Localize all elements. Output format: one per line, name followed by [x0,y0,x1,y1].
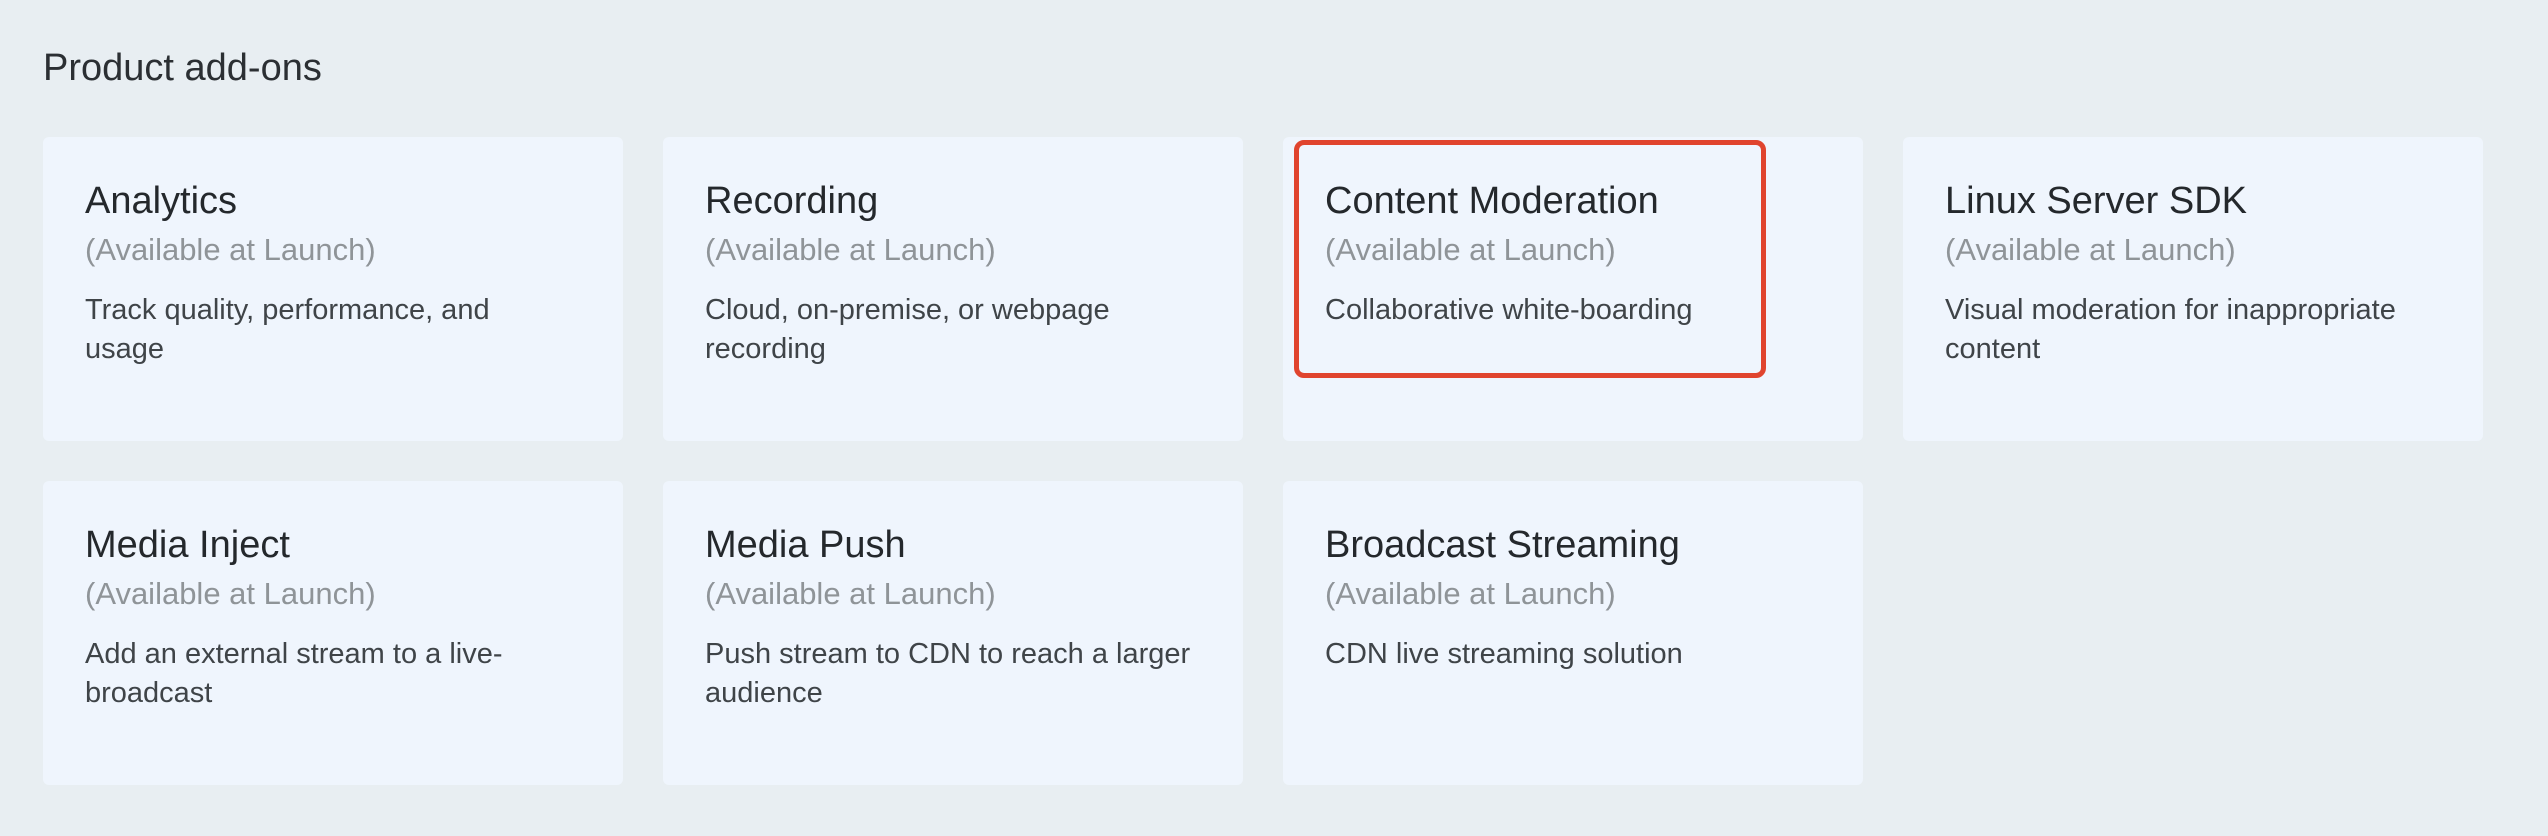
addon-description: Add an external stream to a live-broadca… [85,638,503,710]
addon-card-media-inject[interactable]: Media Inject (Available at Launch) Add a… [43,481,623,785]
addon-status: (Available at Launch) [705,231,996,267]
addon-description: Visual moderation for inappropriate cont… [1945,294,2396,366]
addon-title: Analytics [85,180,238,222]
addon-description: Track quality, performance, and usage [85,294,490,366]
addon-status: (Available at Launch) [1325,575,1616,611]
addon-card-media-push[interactable]: Media Push (Available at Launch) Push st… [663,481,1243,785]
addon-title: Media Push [705,524,906,566]
product-addons-page: Product add-ons Analytics (Available at … [0,0,2548,836]
section-title: Product add-ons [43,47,322,89]
addon-title: Linux Server SDK [1945,180,2248,222]
addon-status: (Available at Launch) [1325,231,1616,267]
addon-title: Recording [705,180,879,222]
addon-title: Broadcast Streaming [1325,524,1680,566]
addon-description: Collaborative white-boarding [1325,294,1693,327]
addon-status: (Available at Launch) [1945,231,2236,267]
addon-status: (Available at Launch) [85,575,376,611]
addon-card-broadcast-streaming[interactable]: Broadcast Streaming (Available at Launch… [1283,481,1863,785]
addon-status: (Available at Launch) [705,575,996,611]
addon-title: Media Inject [85,524,290,566]
addon-card-content-moderation[interactable]: Content Moderation (Available at Launch)… [1283,137,1863,441]
addon-card-linux-server-sdk[interactable]: Linux Server SDK (Available at Launch) V… [1903,137,2483,441]
addon-description: CDN live streaming solution [1325,638,1683,671]
addon-card-analytics[interactable]: Analytics (Available at Launch) Track qu… [43,137,623,441]
addon-card-recording[interactable]: Recording (Available at Launch) Cloud, o… [663,137,1243,441]
addons-grid: Analytics (Available at Launch) Track qu… [43,137,2483,785]
addon-description: Push stream to CDN to reach a larger aud… [705,638,1191,710]
addon-title: Content Moderation [1325,180,1659,222]
addon-description: Cloud, on-premise, or webpage recording [705,294,1110,366]
addon-status: (Available at Launch) [85,231,376,267]
